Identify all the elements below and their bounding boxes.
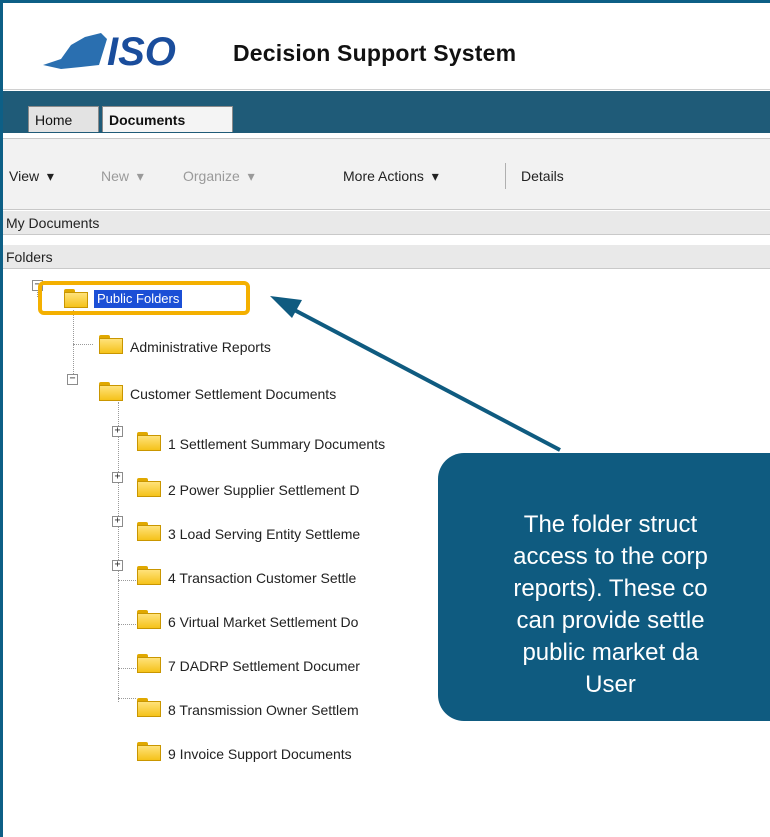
tree-line bbox=[118, 668, 136, 669]
callout-text: The folder struct access to the corp rep… bbox=[438, 453, 770, 709]
folder-icon bbox=[137, 566, 161, 585]
tree-item-customer-settlement-documents[interactable]: Customer Settlement Documents bbox=[130, 386, 336, 402]
tab-home[interactable]: Home bbox=[28, 106, 99, 132]
chevron-down-icon: ▾ bbox=[427, 168, 439, 184]
my-documents-header[interactable]: My Documents bbox=[3, 211, 770, 235]
open-folder-icon bbox=[64, 289, 88, 308]
logo-text: ISO bbox=[107, 30, 176, 74]
view-label: View bbox=[9, 168, 40, 184]
chevron-down-icon: ▾ bbox=[42, 168, 54, 184]
expand-icon[interactable]: + bbox=[112, 516, 123, 527]
more-actions-label: More Actions bbox=[343, 168, 424, 184]
tree-item-transaction-customer[interactable]: 4 Transaction Customer Settle bbox=[168, 570, 356, 586]
new-menu[interactable]: New ▾ bbox=[101, 168, 144, 185]
nyiso-logo: ISO bbox=[43, 30, 176, 74]
expand-icon[interactable]: + bbox=[112, 426, 123, 437]
tree-item-load-serving-entity[interactable]: 3 Load Serving Entity Settleme bbox=[168, 526, 360, 542]
collapse-icon[interactable]: − bbox=[67, 374, 78, 385]
organize-label: Organize bbox=[183, 168, 240, 184]
folder-icon bbox=[137, 522, 161, 541]
tree-line bbox=[118, 698, 136, 699]
tab-documents[interactable]: Documents bbox=[102, 106, 233, 132]
toolbar-divider bbox=[505, 163, 506, 189]
callout-line: User bbox=[585, 671, 636, 698]
tree-item-invoice-support[interactable]: 9 Invoice Support Documents bbox=[168, 746, 352, 762]
callout-line: reports). These co bbox=[513, 575, 708, 602]
callout-line: public market da bbox=[522, 639, 699, 666]
folder-icon bbox=[99, 335, 123, 354]
tree-line bbox=[118, 402, 119, 702]
tree-line bbox=[118, 580, 136, 581]
more-actions-menu[interactable]: More Actions ▾ bbox=[343, 168, 439, 185]
app-header: ISO Decision Support System bbox=[3, 3, 770, 90]
tree-item-transmission-owner[interactable]: 8 Transmission Owner Settlem bbox=[168, 702, 359, 718]
folder-icon bbox=[137, 432, 161, 451]
expand-icon[interactable]: + bbox=[112, 472, 123, 483]
chevron-down-icon: ▾ bbox=[243, 168, 255, 184]
callout-line: can provide settle bbox=[516, 607, 705, 634]
folder-icon bbox=[137, 610, 161, 629]
callout-line: access to the corp bbox=[513, 543, 708, 570]
folder-icon bbox=[137, 654, 161, 673]
details-button[interactable]: Details bbox=[521, 168, 564, 184]
callout-line: The folder struct bbox=[523, 511, 698, 538]
new-label: New bbox=[101, 168, 130, 184]
tab-bar: Home Documents bbox=[3, 91, 770, 133]
toolbar: View ▾ New ▾ Organize ▾ More Actions ▾ D… bbox=[3, 138, 770, 210]
chevron-down-icon: ▾ bbox=[132, 168, 144, 184]
app-title: Decision Support System bbox=[233, 40, 517, 66]
tree-item-settlement-summary[interactable]: 1 Settlement Summary Documents bbox=[168, 436, 385, 452]
tree-item-power-supplier-settlement[interactable]: 2 Power Supplier Settlement D bbox=[168, 482, 359, 498]
tree-item-administrative-reports[interactable]: Administrative Reports bbox=[130, 339, 271, 355]
expand-icon[interactable]: + bbox=[112, 560, 123, 571]
tree-line bbox=[73, 344, 93, 345]
view-menu[interactable]: View ▾ bbox=[9, 168, 54, 185]
folder-icon bbox=[137, 698, 161, 717]
organize-menu[interactable]: Organize ▾ bbox=[183, 168, 255, 185]
folders-header[interactable]: Folders bbox=[3, 245, 770, 269]
folder-icon bbox=[99, 382, 123, 401]
folder-icon bbox=[137, 742, 161, 761]
callout-box: The folder struct access to the corp rep… bbox=[438, 453, 770, 721]
tree-line bbox=[118, 624, 136, 625]
folder-icon bbox=[137, 478, 161, 497]
tree-item-virtual-market[interactable]: 6 Virtual Market Settlement Do bbox=[168, 614, 358, 630]
tree-item-dadrp[interactable]: 7 DADRP Settlement Documer bbox=[168, 658, 360, 674]
tree-item-public-folders[interactable]: Public Folders bbox=[94, 290, 183, 308]
